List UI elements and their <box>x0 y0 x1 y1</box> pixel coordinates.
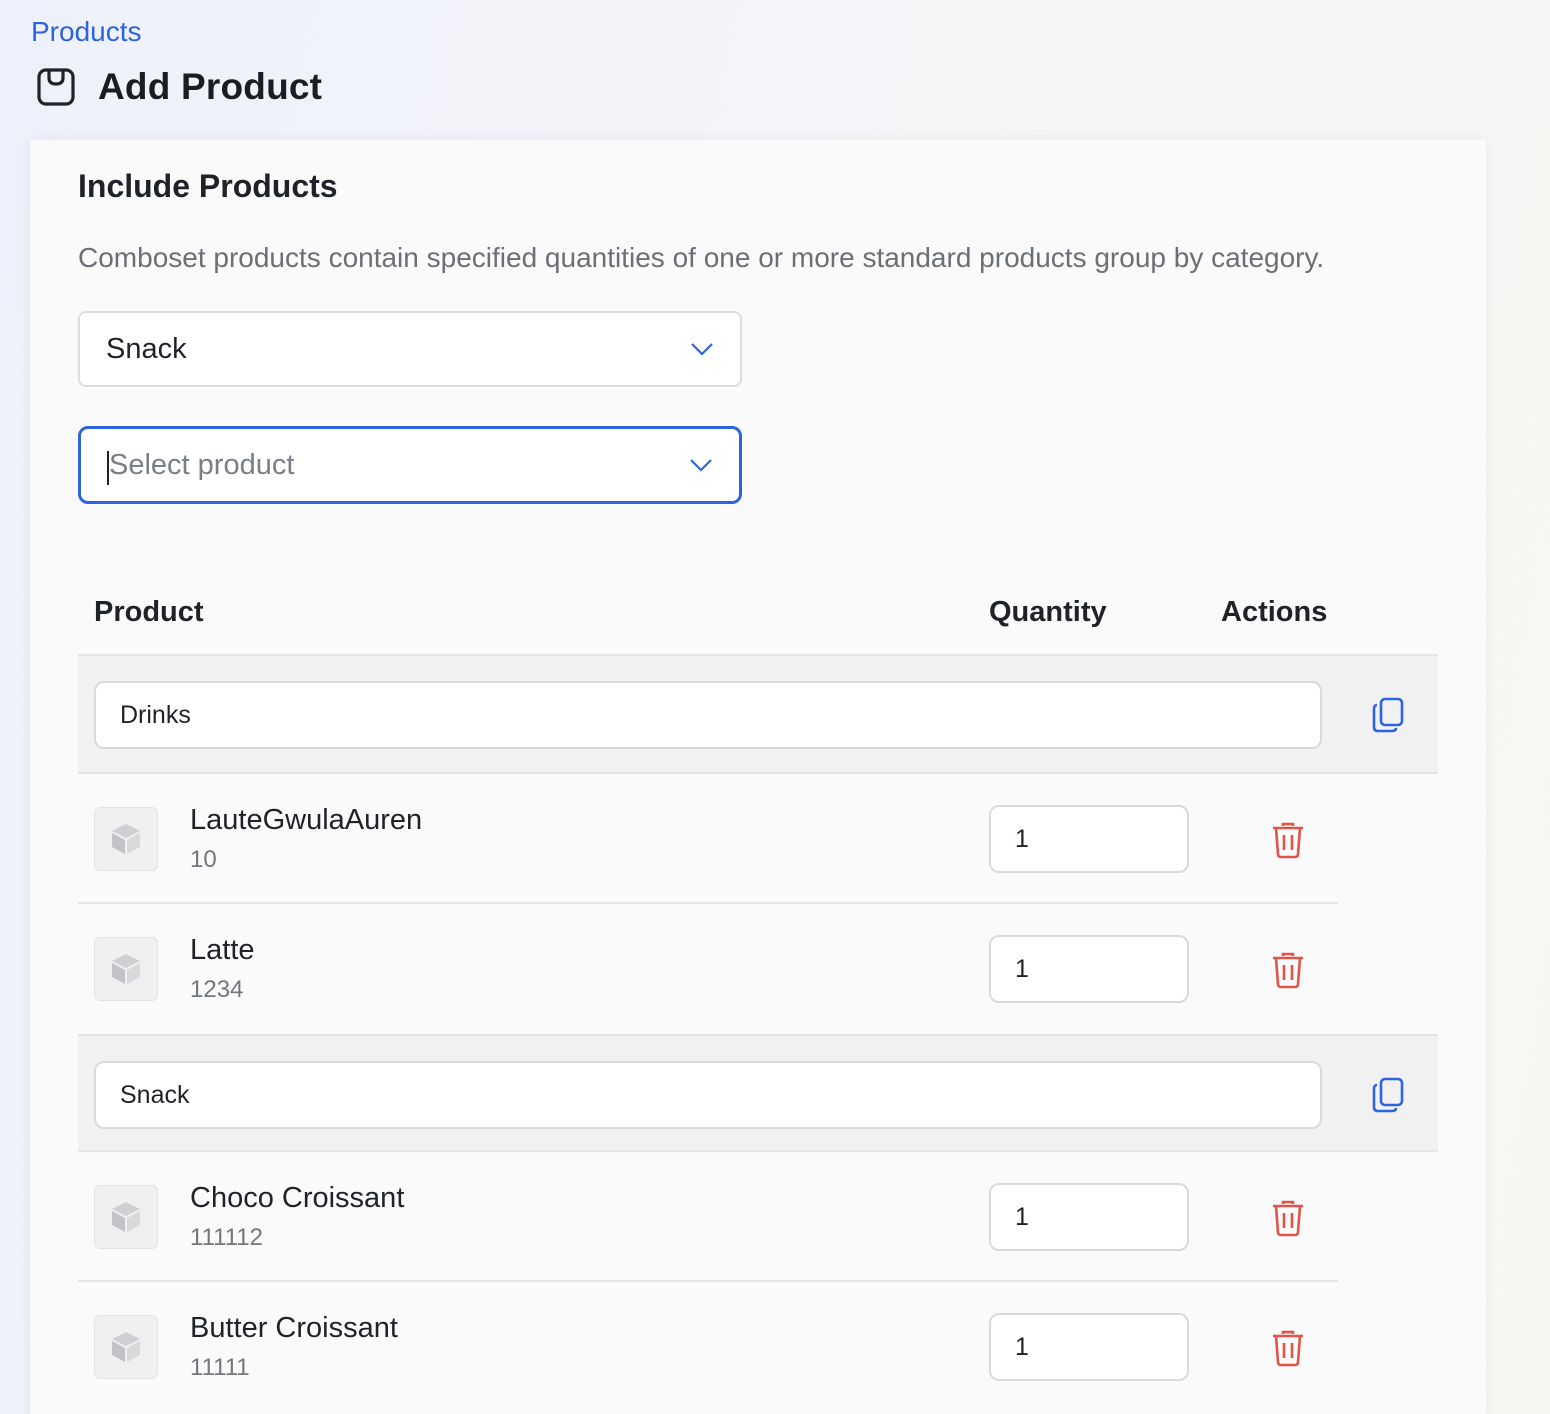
column-header-quantity: Quantity <box>989 596 1107 628</box>
page-header: Add Product <box>36 66 322 108</box>
quantity-input[interactable] <box>989 935 1189 1003</box>
trash-icon <box>1273 952 1303 989</box>
table-header: Product Quantity Actions <box>78 570 1438 656</box>
chevron-down-icon <box>691 343 713 356</box>
trash-icon <box>1273 1330 1303 1367</box>
delete-item-button[interactable] <box>1271 821 1305 859</box>
category-select[interactable]: Snack <box>78 311 742 387</box>
delete-item-button[interactable] <box>1271 1199 1305 1237</box>
table-row: Choco Croissant 111112 <box>78 1152 1438 1282</box>
group-name-input[interactable] <box>94 1061 1322 1129</box>
breadcrumb-products[interactable]: Products <box>31 16 142 48</box>
product-code: 111112 <box>190 1224 263 1251</box>
copy-group-button[interactable] <box>1372 1077 1404 1113</box>
product-code: 10 <box>190 846 217 873</box>
quantity-input[interactable] <box>989 1313 1189 1381</box>
product-code: 11111 <box>190 1354 250 1381</box>
product-select[interactable]: Select product <box>78 426 742 504</box>
product-code: 1234 <box>190 976 244 1003</box>
group-row <box>78 656 1438 774</box>
box-icon <box>112 954 140 984</box>
box-icon <box>112 1332 140 1362</box>
chevron-down-icon <box>690 459 712 472</box>
section-title: Include Products <box>78 168 338 204</box>
product-name: Choco Croissant <box>190 1182 405 1214</box>
trash-icon <box>1273 1200 1303 1237</box>
quantity-input[interactable] <box>989 1183 1189 1251</box>
category-select-value: Snack <box>106 332 187 365</box>
trash-icon <box>1273 822 1303 859</box>
delete-item-button[interactable] <box>1271 951 1305 989</box>
group-name-input[interactable] <box>94 681 1322 749</box>
table-row: LauteGwulaAuren 10 <box>78 774 1438 904</box>
product-thumbnail <box>94 1315 158 1379</box>
table-row: Latte 1234 <box>78 904 1438 1034</box>
delete-item-button[interactable] <box>1271 1329 1305 1367</box>
quantity-input[interactable] <box>989 805 1189 873</box>
include-products-card: Include Products Comboset products conta… <box>30 140 1486 1414</box>
copy-icon <box>1372 697 1404 733</box>
product-name: Latte <box>190 934 255 966</box>
section-description: Comboset products contain specified quan… <box>78 242 1325 273</box>
product-thumbnail <box>94 1185 158 1249</box>
copy-icon <box>1372 1077 1404 1113</box>
product-select-placeholder: Select product <box>107 449 689 485</box>
product-name: LauteGwulaAuren <box>190 804 423 836</box>
product-thumbnail <box>94 937 158 1001</box>
page-title: Add Product <box>98 66 323 107</box>
box-icon <box>112 824 140 854</box>
copy-group-button[interactable] <box>1372 697 1404 733</box>
box-icon <box>112 1202 140 1232</box>
column-header-product: Product <box>94 596 204 628</box>
bag-icon <box>37 68 75 106</box>
table-row: Butter Croissant 11111 <box>78 1282 1438 1412</box>
product-name: Butter Croissant <box>190 1312 398 1344</box>
column-header-actions: Actions <box>1221 596 1328 628</box>
product-thumbnail <box>94 807 158 871</box>
group-row <box>78 1034 1438 1152</box>
products-table: Product Quantity Actions Laute <box>78 570 1438 1412</box>
